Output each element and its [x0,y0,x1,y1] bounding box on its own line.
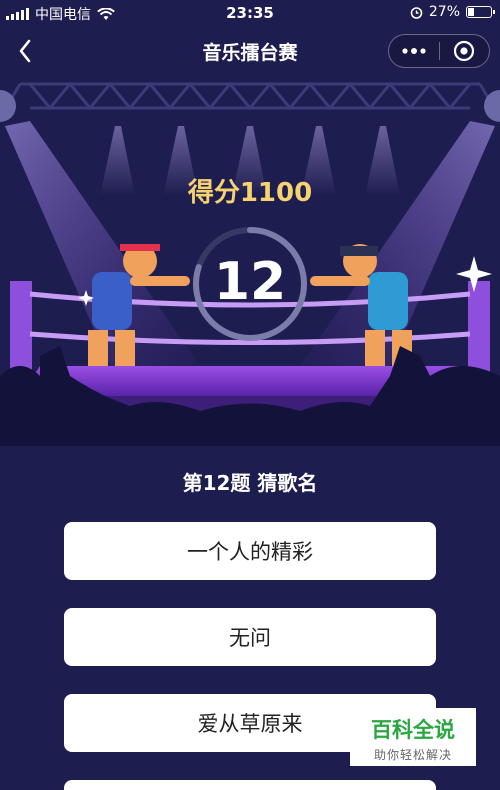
more-button[interactable] [389,35,439,67]
watermark-logo: 百科全说 助你轻松解决 [350,708,476,766]
answer-option-label: 一个人的精彩 [187,540,313,564]
score-label: 得分1100 [187,178,313,208]
question-title: 第12题 猜歌名 [182,471,318,495]
watermark-title: 百科全说 [371,718,455,742]
battery-fill [468,8,474,16]
more-dots-icon [402,48,426,54]
answer-option-4[interactable] [64,780,436,790]
answer-option-label: 爱从草原来 [197,712,303,736]
countdown-number: 12 [213,252,287,312]
answer-option-label: 无问 [229,626,271,650]
nav-bar: 音乐擂台赛 [0,26,500,76]
battery-icon [466,6,495,18]
answer-option-2[interactable]: 无问 [64,608,436,666]
alarm-icon [410,6,423,19]
watermark-subtitle: 助你轻松解决 [373,748,452,762]
status-right: 27% [410,4,495,20]
close-program-button[interactable] [440,35,490,67]
mini-program-capsule [388,34,490,68]
answer-option-1[interactable]: 一个人的精彩 [64,522,436,580]
battery-percent: 27% [428,4,460,20]
status-bar: 中国电信 23:35 27% [0,0,500,26]
target-circle-icon [454,40,475,62]
